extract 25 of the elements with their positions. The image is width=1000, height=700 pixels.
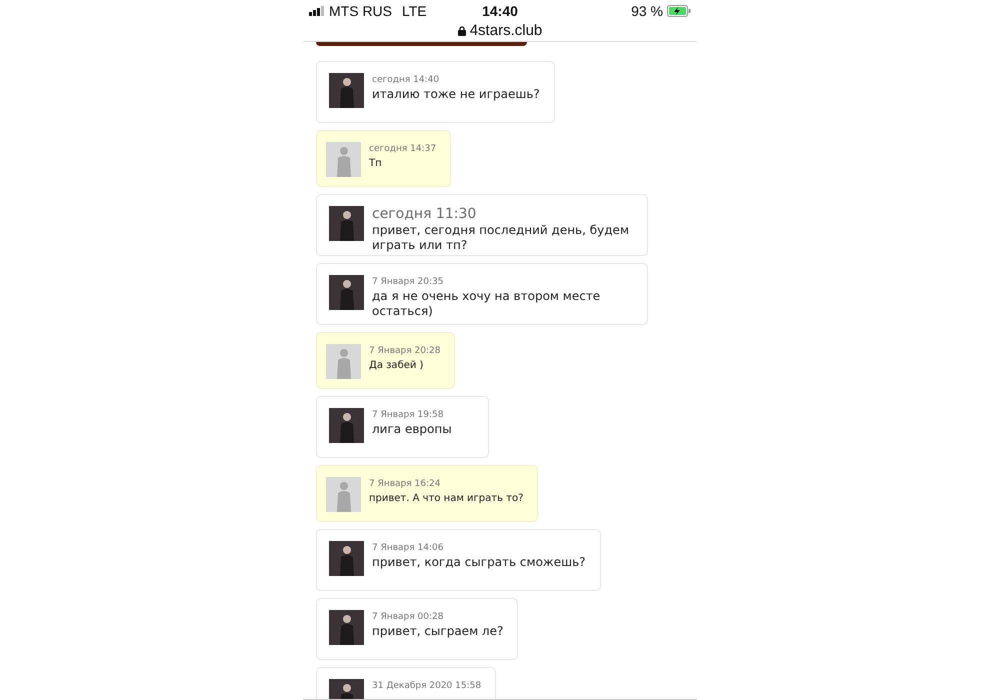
message-time: 7 Января 14:06 xyxy=(372,542,444,555)
message-time: 7 Января 16:24 xyxy=(369,478,442,491)
carrier-name: MTS RUS xyxy=(329,2,392,20)
message-text: привет, сыграем ле? xyxy=(372,624,504,639)
message-time: 31 Декабря 2020 15:58 xyxy=(372,680,482,693)
message-text: привет. А что нам играть то? xyxy=(369,492,524,506)
network-type: LTE xyxy=(402,2,427,20)
message-text: Тп xyxy=(369,157,383,171)
message-text: италию тоже не играешь? xyxy=(372,87,540,102)
message-time: сегодня 14:37 xyxy=(369,143,436,156)
message-text: Да забей ) xyxy=(369,359,424,373)
signal-icon xyxy=(309,6,325,16)
clock-time: 14:40 xyxy=(482,2,518,20)
message-time: 7 Января 00:28 xyxy=(372,611,444,624)
battery-percent: 93 % xyxy=(631,2,663,20)
message-time: сегодня 14:40 xyxy=(372,74,440,87)
message-text: привет, когда сыграть сможешь? xyxy=(372,555,586,570)
url-text[interactable]: 4stars.club xyxy=(470,20,542,42)
message-time: 7 Января 20:28 xyxy=(369,345,440,358)
message-text: привет, сегодня последний день, будем играть или тп? xyxy=(372,223,630,253)
message-text: лига европы xyxy=(372,422,452,437)
message-time: 7 Января 19:58 xyxy=(372,409,444,422)
message-time: сегодня 11:30 xyxy=(372,206,478,223)
message-time: 7 Января 20:35 xyxy=(372,276,444,289)
message-text: да я не очень хочу на втором месте остаться) xyxy=(372,289,602,319)
